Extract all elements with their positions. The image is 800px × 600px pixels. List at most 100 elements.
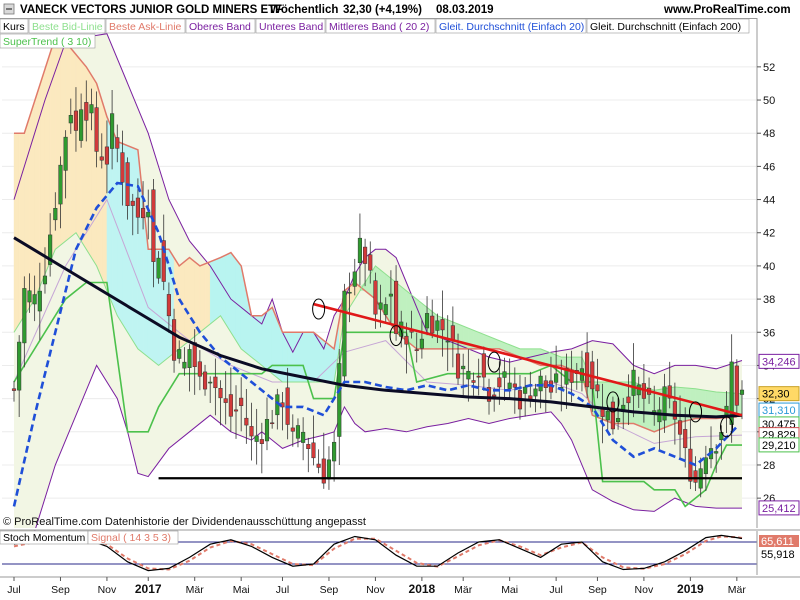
legend-label: Unteres Band [259, 21, 323, 33]
candle-body [244, 417, 249, 426]
candle-body [218, 388, 223, 399]
legend-label: Gleit. Durchschnitt (Einfach 20) [439, 21, 584, 33]
candle-body [734, 365, 739, 406]
candle-body [290, 427, 295, 432]
y-tick-label: 52 [763, 62, 775, 74]
x-tick-label: Mär [454, 584, 473, 596]
candle-body [84, 102, 89, 121]
x-tick-label: Mär [728, 584, 747, 596]
y-tick-label: 42 [763, 228, 775, 240]
candle-body [543, 380, 548, 388]
candle-body [657, 409, 662, 423]
candle-body [321, 458, 326, 484]
legend-label: Mittleres Band ( 20 2) [329, 21, 429, 33]
candle-body [739, 389, 745, 395]
cloud-segment [261, 311, 268, 371]
y-tick-label: 36 [763, 327, 775, 339]
x-tick-label: Nov [366, 584, 385, 596]
price-label: 31,310 [762, 405, 796, 417]
x-tick-label: Jul [549, 584, 562, 596]
candle-body [151, 189, 156, 262]
candle-body [249, 426, 254, 437]
candle-body [141, 208, 146, 219]
cloud-segment [91, 74, 97, 267]
cloud-segment [70, 47, 77, 238]
candle-body [146, 211, 151, 218]
candle-body [89, 104, 94, 114]
candle-body [166, 294, 171, 317]
x-tick-label: Mai [233, 584, 250, 596]
candle-body [115, 137, 120, 149]
cloud-segment [715, 391, 722, 419]
candle-body [264, 419, 270, 442]
cloud-segment [710, 390, 717, 419]
candle-body [512, 383, 517, 388]
cloud-segment [111, 128, 118, 316]
cloud-segment [189, 257, 195, 341]
candle-body [22, 288, 27, 344]
candle-body [605, 410, 610, 421]
sub-value-label: 55,918 [761, 549, 795, 561]
candle-body [27, 290, 32, 303]
candle-body [58, 164, 63, 205]
x-tick-label: Nov [98, 584, 117, 596]
legend-label: Beste Bid-Linie [32, 21, 103, 33]
candle-body [507, 382, 512, 389]
sub-value-label: 65,611 [761, 536, 794, 548]
candle-body [502, 371, 507, 378]
candle-body [719, 431, 724, 441]
candle-body [182, 361, 187, 369]
candle-body [631, 369, 636, 396]
candle-body [595, 384, 600, 392]
cloud-segment [49, 36, 56, 262]
cloud-segment [215, 257, 221, 321]
cloud-segment [251, 315, 257, 362]
x-tick-label: 2019 [677, 582, 704, 596]
candle-body [455, 353, 461, 379]
candle-body [228, 394, 233, 417]
candle-body [363, 246, 368, 264]
candle-body [197, 361, 202, 377]
candle-body [187, 349, 192, 368]
price-label: 32,30 [762, 389, 790, 401]
x-tick-label: Sep [320, 584, 339, 596]
y-tick-label: 50 [763, 95, 775, 107]
candle-body [110, 113, 115, 149]
candle-body [332, 441, 337, 462]
candle-body [476, 375, 481, 378]
candle-body [683, 429, 688, 449]
candle-body [693, 470, 698, 483]
candle-body [357, 237, 362, 263]
candle-body [208, 381, 213, 384]
x-tick-label: 2018 [409, 582, 436, 596]
candle-body [73, 110, 79, 131]
cloud-segment [266, 306, 273, 375]
instrument-name: VANECK VECTORS JUNIOR GOLD MINERS ETF [20, 4, 282, 16]
candle-body [373, 280, 378, 315]
cloud-segment [199, 263, 206, 333]
y-tick-label: 40 [763, 261, 775, 273]
candle-body [533, 388, 538, 397]
x-tick-label: Mär [186, 584, 205, 596]
candle-body [79, 109, 84, 141]
candle-body [471, 380, 476, 383]
cloud-segment [194, 261, 201, 337]
candle-body [445, 340, 450, 343]
cloud-segment [75, 53, 82, 242]
candle-body [11, 388, 17, 391]
last-price: 32,30 (+4,19%) [343, 4, 422, 16]
candle-body [414, 349, 419, 351]
candle-body [130, 200, 135, 206]
cloud-segment [101, 99, 108, 291]
cloud-segment [34, 85, 41, 300]
candle-body [703, 457, 708, 475]
candle-body [610, 401, 615, 430]
x-tick-label: Sep [588, 584, 607, 596]
candle-body [404, 335, 409, 345]
cloud-segment [648, 387, 655, 433]
candle-body [677, 420, 683, 435]
candle-body [94, 107, 99, 152]
sub-title: Stoch Momentum [3, 532, 86, 544]
cloud-segment [204, 261, 211, 329]
cloud-segment [29, 101, 35, 309]
